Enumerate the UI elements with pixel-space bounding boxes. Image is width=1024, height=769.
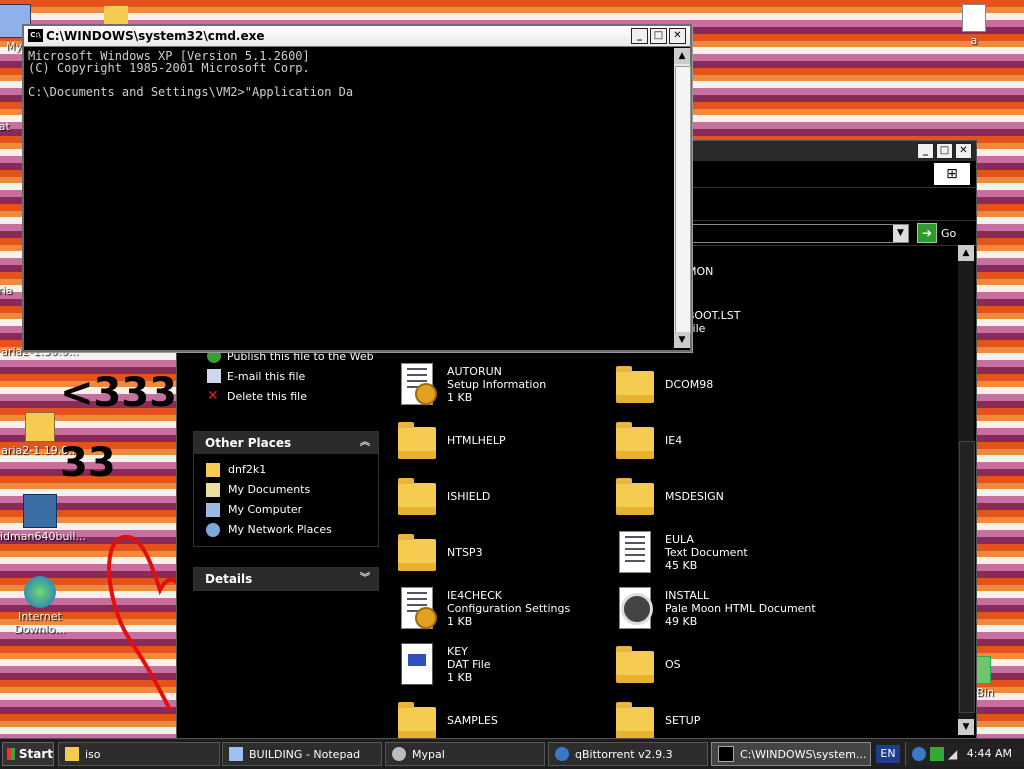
taskbar-button-qbittorrent[interactable]: qBittorrent v2.9.3	[548, 742, 708, 766]
setup-info-icon	[397, 361, 437, 407]
scroll-up-icon[interactable]: ▲	[958, 245, 974, 261]
place-dnf2k1[interactable]: dnf2k1	[194, 460, 378, 480]
start-button[interactable]: Start	[2, 742, 54, 766]
maximize-button[interactable]: □	[650, 28, 667, 44]
scroll-up-icon[interactable]: ▲	[674, 48, 690, 64]
network-tray-icon[interactable]	[930, 747, 944, 761]
idman-desktop-icon[interactable]: idman640buil...	[0, 494, 86, 543]
notepad-icon	[229, 747, 243, 761]
minimize-button[interactable]: _	[631, 28, 648, 44]
other-places-panel: Other Places ︽ dnf2k1 My Documents My Co…	[193, 431, 379, 547]
cmd-scrollbar[interactable]: ▲ ▼	[674, 48, 691, 348]
file-item-ishield[interactable]: ISHIELD	[397, 473, 490, 519]
email-file-task[interactable]: E-mail this file	[207, 369, 305, 383]
other-places-header[interactable]: Other Places ︽	[194, 432, 378, 454]
windows-logo-icon: ⊞	[934, 163, 970, 185]
folder-icon	[615, 361, 655, 407]
text-document-icon	[615, 529, 655, 575]
file-item-autorun[interactable]: AUTORUN Setup Information 1 KB	[397, 361, 546, 407]
qbittorrent-icon	[555, 747, 569, 761]
email-icon	[207, 369, 221, 383]
vertical-scrollbar[interactable]: ▲ ▼	[958, 245, 975, 735]
file-item-setup[interactable]: SETUP	[615, 697, 700, 743]
file-item-msdesign[interactable]: MSDESIGN	[615, 473, 724, 519]
file-item-ie4[interactable]: IE4	[615, 417, 682, 463]
console-output[interactable]: Microsoft Windows XP [Version 5.1.2600](…	[28, 50, 668, 342]
folder-icon	[65, 747, 79, 761]
place-my-computer[interactable]: My Computer	[194, 500, 378, 520]
a-desktop-icon[interactable]: a	[934, 4, 1014, 47]
folder-icon	[615, 641, 655, 687]
go-button[interactable]: ➔ Go	[917, 223, 956, 243]
address-input[interactable]: ▼	[687, 224, 909, 243]
close-button[interactable]: ✕	[955, 143, 972, 159]
qbittorrent-tray-icon[interactable]	[912, 747, 926, 761]
pale-moon-html-icon	[615, 585, 655, 631]
taskbar-button-cmd[interactable]: C:\WINDOWS\system...	[711, 742, 871, 766]
close-button[interactable]: ✕	[669, 28, 686, 44]
go-arrow-icon: ➔	[917, 223, 937, 243]
folder-icon	[397, 697, 437, 743]
taskbar-button-mypal[interactable]: Mypal	[385, 742, 545, 766]
config-settings-icon	[397, 585, 437, 631]
delete-icon: ✕	[207, 388, 219, 404]
taskbar: Start iso BUILDING - Notepad Mypal qBitt…	[0, 738, 1024, 769]
wallpaper-text: 33	[60, 440, 116, 486]
folder-icon	[397, 417, 437, 463]
taskbar-button-iso[interactable]: iso	[58, 742, 220, 766]
folder-icon	[397, 473, 437, 519]
cmd-window: C:\ C:\WINDOWS\system32\cmd.exe _ □ ✕ Mi…	[22, 24, 692, 352]
internet-download-desktop-icon[interactable]: Internet Downlo...	[0, 576, 80, 636]
clock[interactable]: 4:44 AM	[967, 747, 1012, 760]
folder-icon	[615, 697, 655, 743]
folder-icon	[397, 529, 437, 575]
file-item-samples[interactable]: SAMPLES	[397, 697, 498, 743]
scroll-down-icon[interactable]: ▼	[674, 332, 690, 348]
place-my-network[interactable]: My Network Places	[194, 520, 378, 540]
file-item-os[interactable]: OS	[615, 641, 681, 687]
details-panel: Details ︾	[193, 567, 379, 591]
folder-icon[interactable]	[104, 6, 128, 24]
file-item-dcom98[interactable]: DCOM98	[615, 361, 713, 407]
file-item-ie4check[interactable]: IE4CHECK Configuration Settings 1 KB	[397, 585, 570, 631]
volume-icon[interactable]: ◢	[948, 747, 962, 761]
windows-flag-icon	[7, 748, 15, 760]
scroll-down-icon[interactable]: ▼	[958, 719, 974, 735]
file-item-htmlhelp[interactable]: HTMLHELP	[397, 417, 506, 463]
place-my-documents[interactable]: My Documents	[194, 480, 378, 500]
cmd-title-bar[interactable]: C:\ C:\WINDOWS\system32\cmd.exe _ □ ✕	[24, 26, 690, 47]
cmd-icon	[718, 746, 734, 762]
system-tray: ◢ 4:44 AM	[905, 742, 1024, 766]
scroll-thumb[interactable]	[959, 441, 975, 713]
minimize-button[interactable]: _	[917, 143, 934, 159]
language-indicator[interactable]: EN	[876, 745, 900, 763]
zip-folder-icon	[25, 412, 55, 442]
delete-file-task[interactable]: ✕ Delete this file	[207, 389, 307, 403]
taskbar-button-notepad[interactable]: BUILDING - Notepad	[222, 742, 382, 766]
document-icon	[962, 4, 986, 32]
expand-icon[interactable]: ︾	[360, 568, 370, 590]
details-header[interactable]: Details ︾	[194, 568, 378, 590]
installer-icon	[23, 494, 57, 528]
cmd-icon: C:\	[28, 29, 43, 42]
dat-file-icon	[397, 641, 437, 687]
file-item-key[interactable]: KEY DAT File 1 KB	[397, 641, 491, 687]
file-item-eula[interactable]: EULA Text Document 45 KB	[615, 529, 748, 575]
folder-icon	[206, 463, 220, 477]
scroll-thumb[interactable]	[675, 66, 691, 334]
globe-icon	[24, 576, 56, 608]
file-item-install[interactable]: INSTALL Pale Moon HTML Document 49 KB	[615, 585, 816, 631]
mypal-icon	[392, 747, 406, 761]
list-item[interactable]: BOOT.LST File	[687, 309, 740, 335]
computer-icon	[206, 503, 220, 517]
folder-icon	[615, 473, 655, 519]
network-places-icon	[206, 523, 220, 537]
file-item-ntsp3[interactable]: NTSP3	[397, 529, 483, 575]
my-documents-icon	[206, 483, 220, 497]
maximize-button[interactable]: □	[936, 143, 953, 159]
chevron-down-icon[interactable]: ▼	[893, 225, 908, 242]
collapse-icon[interactable]: ︽	[360, 432, 370, 454]
folder-icon	[615, 417, 655, 463]
